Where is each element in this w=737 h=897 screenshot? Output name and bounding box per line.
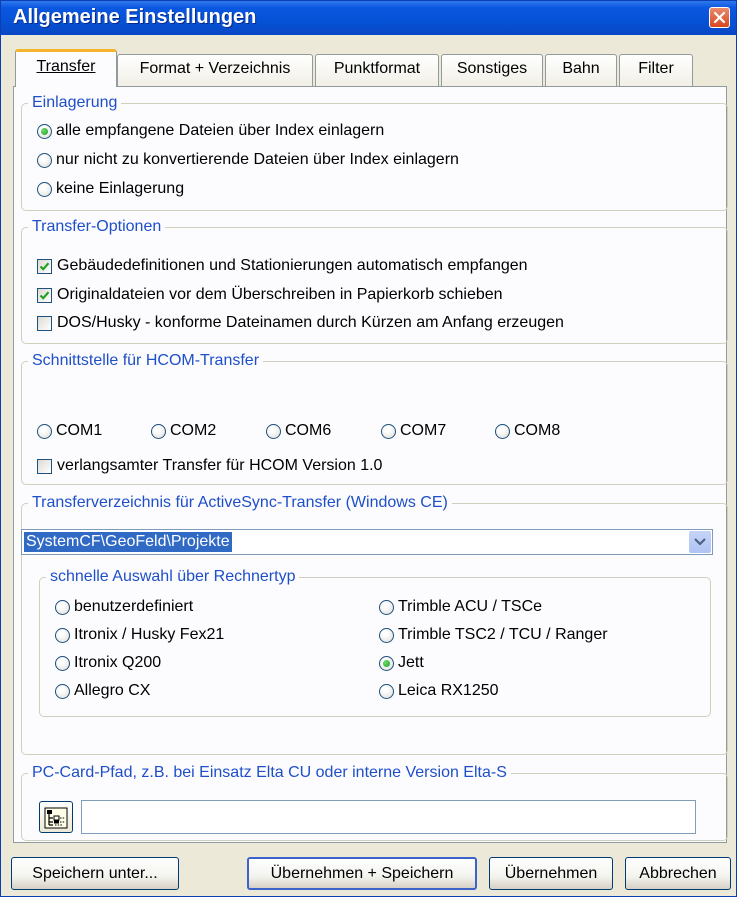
checkbox-label: Originaldateien vor dem Überschreiben in… bbox=[57, 286, 503, 303]
group-einlagerung-legend: Einlagerung bbox=[28, 93, 122, 113]
radio-icon-selected[interactable] bbox=[379, 655, 394, 671]
radio-icon[interactable] bbox=[151, 423, 166, 439]
radio-icon[interactable] bbox=[266, 423, 281, 439]
checkbox-dos-husky[interactable]: DOS/Husky - konforme Dateinamen durch Kü… bbox=[37, 314, 564, 332]
radio-label: COM7 bbox=[400, 422, 447, 439]
radio-label: Leica RX1250 bbox=[398, 682, 499, 699]
radio-label: COM1 bbox=[56, 422, 103, 439]
radio-icon[interactable] bbox=[379, 627, 394, 643]
radio-label: COM8 bbox=[514, 422, 561, 439]
settings-dialog: Allgemeine Einstellungen Transfer Format… bbox=[0, 0, 737, 897]
group-transfer-optionen-legend: Transfer-Optionen bbox=[28, 217, 166, 237]
radio-einlagerung-all[interactable]: alle empfangene Dateien über Index einla… bbox=[37, 122, 384, 140]
radio-icon[interactable] bbox=[37, 181, 52, 197]
radio-itronix-q200[interactable]: Itronix Q200 bbox=[55, 654, 161, 672]
radio-benutzerdefiniert[interactable]: benutzerdefiniert bbox=[55, 598, 193, 616]
checkbox-slow-transfer[interactable]: verlangsamter Transfer für HCOM Version … bbox=[37, 457, 382, 475]
radio-einlagerung-none[interactable]: keine Einlagerung bbox=[37, 180, 184, 198]
radio-einlagerung-partial[interactable]: nur nicht zu konvertierende Dateien über… bbox=[37, 151, 459, 169]
checkbox-label: verlangsamter Transfer für HCOM Version … bbox=[57, 457, 383, 474]
radio-label: keine Einlagerung bbox=[56, 180, 185, 197]
checkbox-icon-checked[interactable] bbox=[37, 287, 52, 303]
radio-label: Trimble ACU / TSCe bbox=[398, 598, 543, 615]
radio-label: Allegro CX bbox=[74, 682, 151, 699]
radio-icon[interactable] bbox=[55, 599, 70, 615]
radio-icon[interactable] bbox=[37, 152, 52, 168]
radio-com1[interactable]: COM1 bbox=[37, 422, 102, 440]
radio-icon[interactable] bbox=[37, 423, 52, 439]
radio-icon-selected[interactable] bbox=[37, 123, 52, 139]
radio-icon[interactable] bbox=[55, 627, 70, 643]
checkbox-label: Gebäudedefinitionen und Stationierungen … bbox=[57, 257, 528, 274]
checkbox-icon[interactable] bbox=[37, 458, 52, 474]
radio-leica-rx1250[interactable]: Leica RX1250 bbox=[379, 682, 499, 700]
radio-allegro-cx[interactable]: Allegro CX bbox=[55, 682, 150, 700]
radio-jett[interactable]: Jett bbox=[379, 654, 424, 672]
checkbox-papierkorb[interactable]: Originaldateien vor dem Überschreiben in… bbox=[37, 286, 503, 304]
group-activesync-legend: Transferverzeichnis für ActiveSync-Trans… bbox=[28, 493, 452, 513]
group-pccard-legend: PC-Card-Pfad, z.B. bei Einsatz Elta CU o… bbox=[28, 763, 511, 783]
checkbox-icon[interactable] bbox=[37, 315, 52, 331]
browse-button[interactable] bbox=[39, 801, 73, 833]
chevron-down-icon bbox=[694, 538, 706, 546]
radio-label: Trimble TSC2 / TCU / Ranger bbox=[398, 626, 608, 643]
radio-itronix-husky[interactable]: Itronix / Husky Fex21 bbox=[55, 626, 224, 644]
radio-trimble-acu[interactable]: Trimble ACU / TSCe bbox=[379, 598, 542, 616]
radio-label: nur nicht zu konvertierende Dateien über… bbox=[56, 151, 459, 168]
dropdown-button[interactable] bbox=[689, 531, 711, 553]
radio-icon[interactable] bbox=[495, 423, 510, 439]
radio-com7[interactable]: COM7 bbox=[381, 422, 446, 440]
activesync-path-dropdown[interactable]: SystemCF\GeoFeld\Projekte bbox=[21, 529, 713, 555]
radio-trimble-tsc2[interactable]: Trimble TSC2 / TCU / Ranger bbox=[379, 626, 608, 644]
radio-icon[interactable] bbox=[381, 423, 396, 439]
radio-icon[interactable] bbox=[55, 683, 70, 699]
radio-label: Itronix / Husky Fex21 bbox=[74, 626, 225, 643]
radio-com2[interactable]: COM2 bbox=[151, 422, 216, 440]
radio-label: Jett bbox=[398, 654, 424, 671]
checkbox-label: DOS/Husky - konforme Dateinamen durch Kü… bbox=[57, 314, 564, 331]
radio-label: COM6 bbox=[285, 422, 332, 439]
pccard-path-input[interactable] bbox=[81, 800, 696, 834]
checkbox-gebaeudedefinitionen[interactable]: Gebäudedefinitionen und Stationierungen … bbox=[37, 257, 528, 275]
radio-com8[interactable]: COM8 bbox=[495, 422, 560, 440]
group-hcom-legend: Schnittstelle für HCOM-Transfer bbox=[28, 351, 264, 371]
radio-label: benutzerdefiniert bbox=[74, 598, 194, 615]
radio-com6[interactable]: COM6 bbox=[266, 422, 331, 440]
activesync-path-value: SystemCF\GeoFeld\Projekte bbox=[24, 532, 232, 552]
radio-label: Itronix Q200 bbox=[74, 654, 162, 671]
folder-tree-icon bbox=[44, 807, 68, 829]
group-quick-select-legend: schnelle Auswahl über Rechnertyp bbox=[46, 567, 300, 587]
radio-icon[interactable] bbox=[379, 599, 394, 615]
radio-label: COM2 bbox=[170, 422, 217, 439]
radio-label: alle empfangene Dateien über Index einla… bbox=[56, 122, 385, 139]
radio-icon[interactable] bbox=[379, 683, 394, 699]
checkbox-icon-checked[interactable] bbox=[37, 258, 52, 274]
radio-icon[interactable] bbox=[55, 655, 70, 671]
